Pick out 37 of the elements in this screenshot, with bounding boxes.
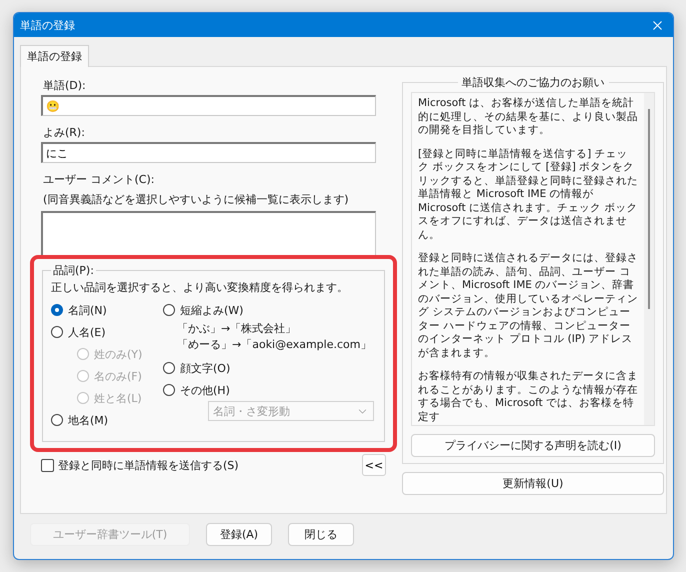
send-checkbox[interactable]: 登録と同時に単語情報を送信する(S)	[41, 458, 239, 472]
radio-option[interactable]: 地名(M)	[51, 409, 163, 431]
example-text: 「かぶ」→「株式会社」	[176, 321, 298, 337]
window-title: 単語の登録	[20, 18, 75, 32]
radio-button[interactable]	[51, 414, 63, 426]
collapse-button[interactable]: <<	[362, 454, 386, 476]
footer-button[interactable]: 登録(A)	[206, 523, 272, 546]
radio-button[interactable]	[51, 304, 63, 316]
radio-option[interactable]: 名詞(N)	[51, 299, 163, 321]
radio-button[interactable]	[163, 384, 175, 396]
update-info-button[interactable]: 更新情報(U)	[402, 472, 664, 495]
description-text: 正しい品詞を選択すると、より高い変換精度を得られます。	[51, 280, 349, 295]
info-paragraph: お客様特有の情報が収集されたデータに含まれることがあります。このような情報が存在する場合でも、Microsoft では、お客様を特定す	[418, 370, 638, 424]
radio-option[interactable]: 短縮よみ(W)	[163, 299, 374, 321]
radio-button[interactable]	[163, 362, 175, 374]
info-paragraph: [登録と同時に単語情報を送信する] チェック ボックスをオンにして [登録] ボタンをクリックすると、単語登録と同時に登録された単語情報と Microsoft IME の情報が Microsoft に送信されます。チェック ボックスをオフにすれば、データは送信されません。	[418, 148, 638, 242]
footer-button[interactable]: 閉じる	[288, 523, 354, 546]
group-label: 品詞(P):	[52, 263, 95, 278]
info-paragraph: 登録と同時に送信されるデータには、登録された単語の読み、語句、品詞、ユーザー コメント、Microsoft IME のバージョン、辞書のバージョン、使用しているオペレーティング システムのバージョンおよびコンピューター ハードウェアの情報、コンピューターのインターネット プロトコル (IP) アドレスが含まれます。	[418, 252, 638, 360]
reading-field[interactable]: にこ	[41, 142, 376, 163]
field-label: 単語(D):	[43, 78, 87, 93]
checkbox[interactable]	[41, 458, 54, 472]
example-text: 「めーる」→「aoki@example.com」	[176, 337, 372, 353]
field-label: ユーザー コメント(C):	[43, 172, 156, 187]
privacy-button[interactable]: プライバシーに関する声明を読む(I)	[411, 434, 655, 457]
group-label: 単語収集へのご協力のお願い	[460, 75, 606, 90]
info-paragraph: Microsoft は、お客様が送信した単語を統計的に処理し、その結果を基に、より良い製品の開発を目指しています。	[418, 97, 638, 138]
field-hint: (同音異義語などを選択しやすいように候補一覧に表示します)	[43, 192, 350, 207]
tab[interactable]: 単語の登録	[20, 45, 89, 67]
comment-field[interactable]	[41, 211, 376, 257]
radio-option[interactable]: 人名(E)	[51, 321, 163, 343]
radio-option[interactable]: その他(H)	[163, 379, 374, 401]
radio-button[interactable]	[51, 326, 63, 338]
scrollbar[interactable]	[644, 93, 654, 425]
field-label: よみ(R):	[43, 125, 86, 140]
radio-button[interactable]	[163, 304, 175, 316]
radio-option[interactable]: 顔文字(O)	[163, 357, 374, 379]
